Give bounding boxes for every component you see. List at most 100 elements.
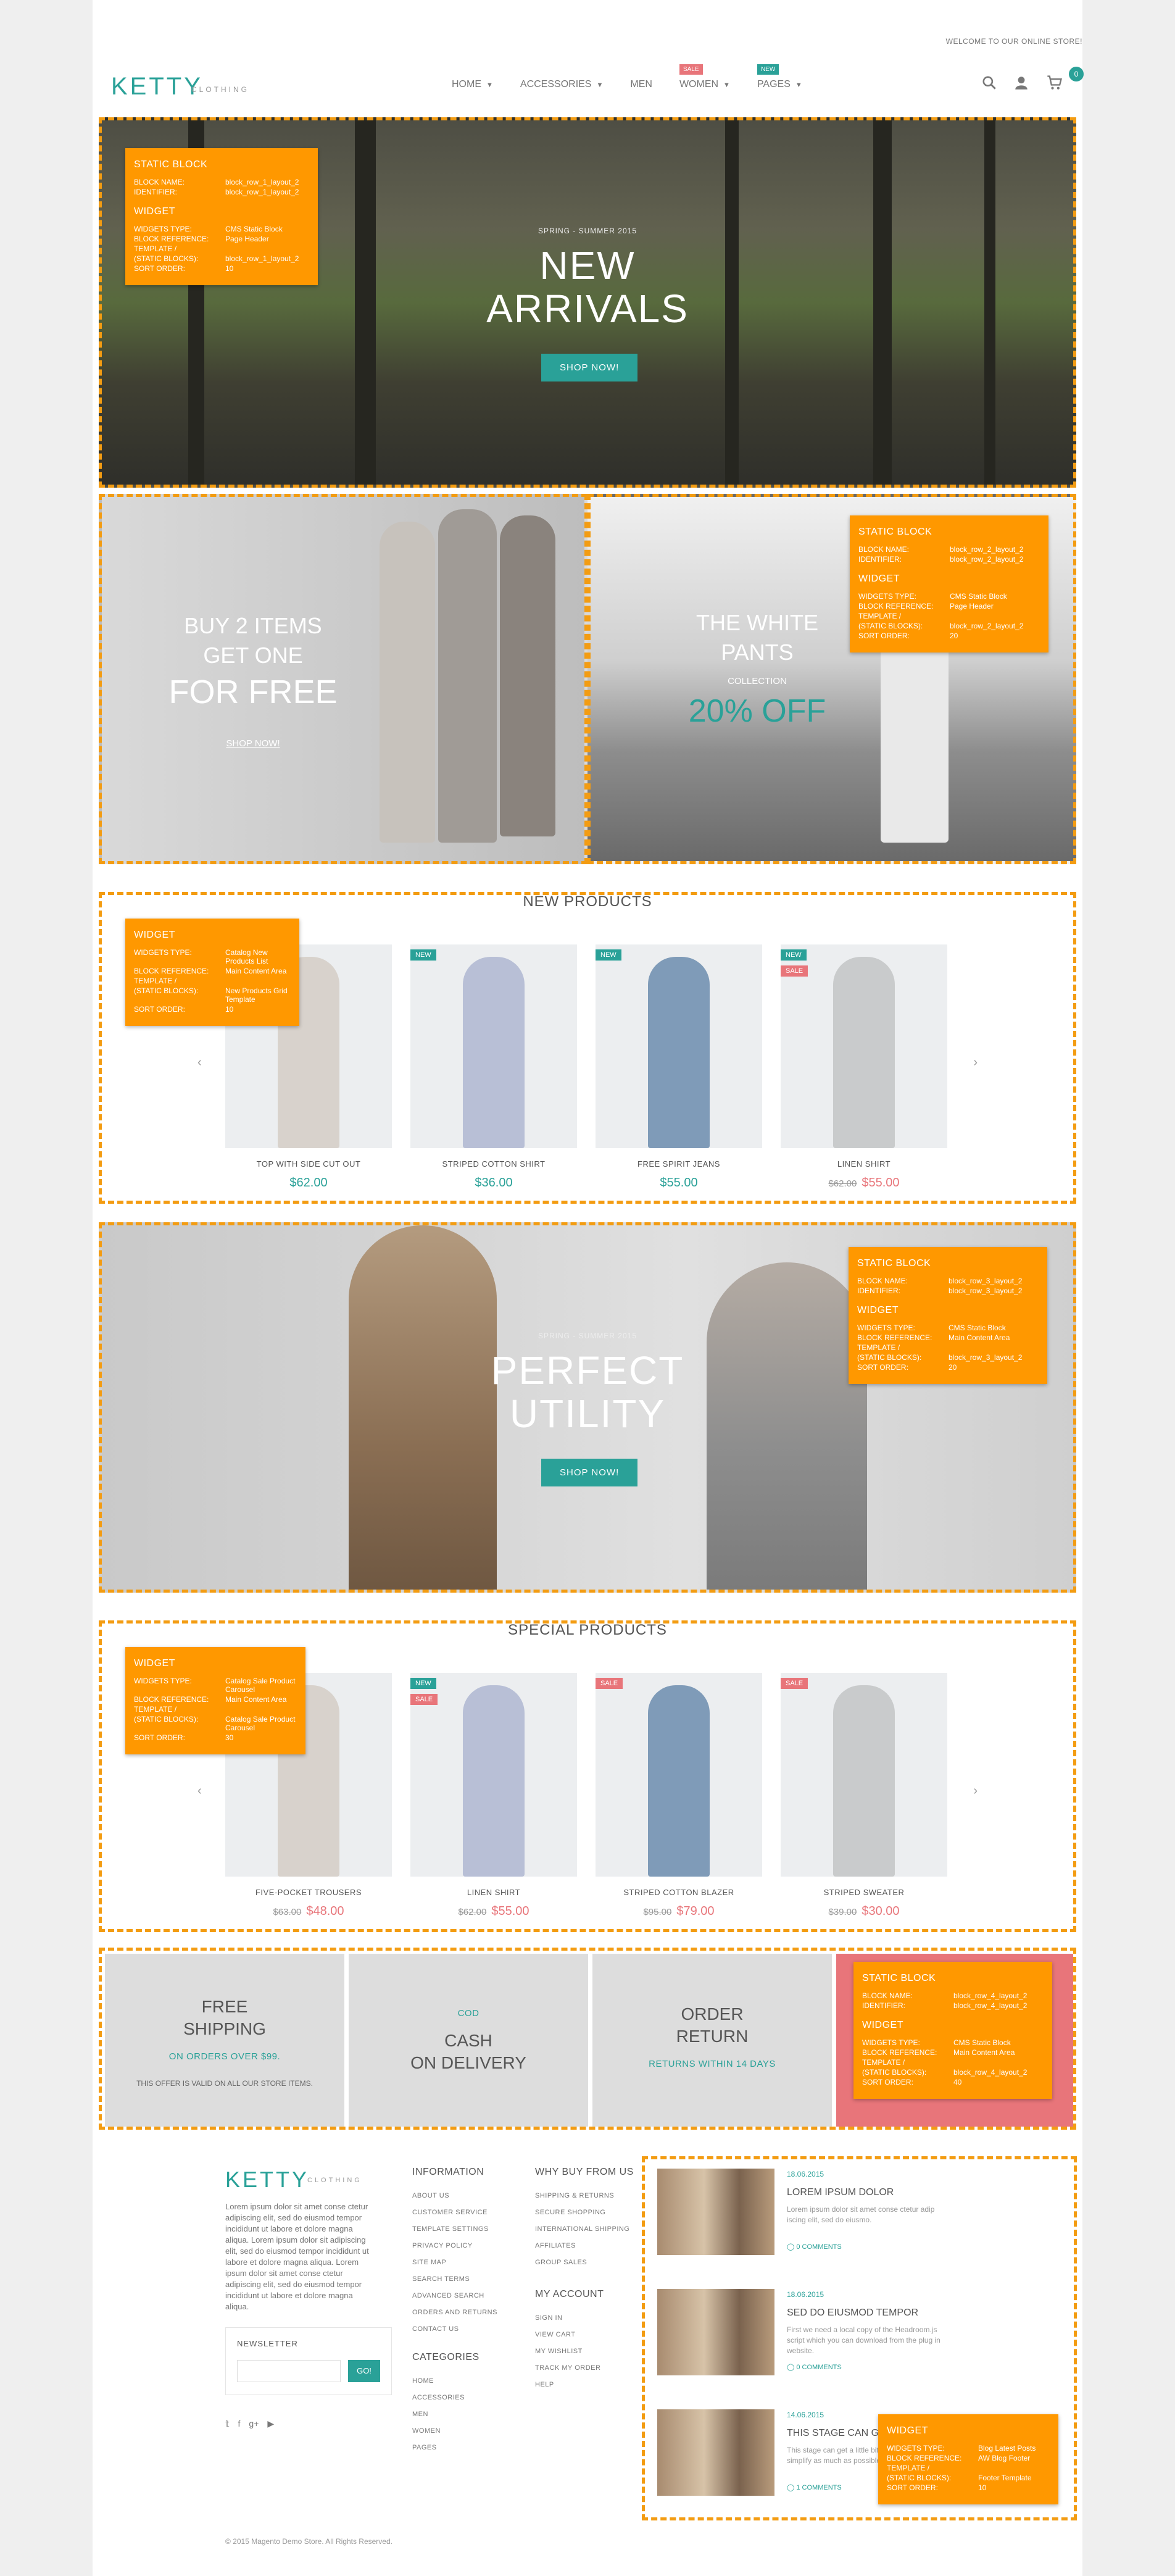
annotation-row: BLOCK NAME: block_row_3_layout_2 xyxy=(857,1277,1039,1285)
search-icon[interactable] xyxy=(981,75,997,95)
prev-arrow-icon[interactable]: ‹ xyxy=(197,1056,202,1070)
footer-link[interactable]: TEMPLATE SETTINGS xyxy=(412,2221,497,2238)
youtube-icon[interactable]: ▶ xyxy=(267,2419,274,2429)
blog-post-comments[interactable]: ◯ 0 COMMENTS xyxy=(787,2243,842,2251)
hero-title-line: ARRIVALS xyxy=(486,286,689,331)
blog-post-date: 14.06.2015 xyxy=(787,2411,824,2419)
nav-item[interactable]: MEN xyxy=(617,79,666,90)
footer-link[interactable]: GROUP SALES xyxy=(535,2254,634,2271)
footer-link[interactable]: SEARCH TERMS xyxy=(412,2271,497,2288)
next-arrow-icon[interactable]: › xyxy=(973,1784,978,1798)
product-name[interactable]: LINEN SHIRT xyxy=(410,1888,577,1897)
product-card[interactable]: NEW FREE SPIRIT JEANS $55.00 xyxy=(596,944,762,1190)
next-arrow-icon[interactable]: › xyxy=(973,1056,978,1070)
blog-post-image[interactable] xyxy=(657,2169,774,2255)
footer-logo[interactable]: KETTY xyxy=(225,2167,309,2193)
product-name[interactable]: STRIPED COTTON SHIRT xyxy=(410,1159,577,1169)
blog-post[interactable]: 18.06.2015 LOREM IPSUM DOLOR Lorem ipsum d… xyxy=(657,2169,1065,2255)
footer-link[interactable]: CUSTOMER SERVICE xyxy=(412,2204,497,2221)
banner-buy-2-get-1[interactable]: BUY 2 ITEMS GET ONE FOR FREE SHOP NOW! xyxy=(99,494,588,864)
product-image[interactable]: NEW SALE xyxy=(781,944,947,1148)
product-card[interactable]: SALE STRIPED SWEATER $39.00 $30.00 xyxy=(781,1673,947,1919)
blog-post-comments[interactable]: ◯ 0 COMMENTS xyxy=(787,2363,842,2371)
blog-post-comments[interactable]: ◯ 1 COMMENTS xyxy=(787,2483,842,2491)
prev-arrow-icon[interactable]: ‹ xyxy=(197,1784,202,1798)
footer-link[interactable]: SITE MAP xyxy=(412,2254,497,2271)
footer-link[interactable]: ACCESSORIES xyxy=(412,2390,480,2406)
blog-post-title[interactable]: LOREM IPSUM DOLOR xyxy=(787,2187,894,2198)
blog-post[interactable]: 18.06.2015 SED DO EIUSMOD TEMPOR First we … xyxy=(657,2289,1065,2375)
annotation-row: BLOCK REFERENCE: Page Header xyxy=(134,235,309,243)
footer-link[interactable]: CONTACT US xyxy=(412,2321,497,2338)
annotation-value: block_row_2_layout_2 xyxy=(950,545,1024,554)
annotation-box: WIDGET WIDGETS TYPE: Catalog Sale Product… xyxy=(125,1647,305,1754)
product-card[interactable]: SALE STRIPED COTTON BLAZER $95.00 $79.00 xyxy=(596,1673,762,1919)
nav-item[interactable]: PAGES ▼ NEW xyxy=(744,64,816,90)
annotation-key: (STATIC BLOCKS): xyxy=(134,1715,199,1724)
nav-item[interactable]: WOMEN ▼ SALE xyxy=(666,64,744,90)
product-card[interactable]: NEW STRIPED COTTON SHIRT $36.00 xyxy=(410,944,577,1190)
product-name[interactable]: FIVE-POCKET TROUSERS xyxy=(225,1888,392,1897)
annotation-value: Catalog Sale Product Carousel xyxy=(225,1677,296,1694)
footer-link[interactable]: AFFILIATES xyxy=(535,2238,634,2254)
product-price: $55.00 xyxy=(660,1176,698,1190)
footer-link[interactable]: PRIVACY POLICY xyxy=(412,2238,497,2254)
footer-link[interactable]: ADVANCED SEARCH xyxy=(412,2288,497,2304)
shop-now-button[interactable]: SHOP NOW! xyxy=(541,354,638,381)
footer-link[interactable]: PAGES xyxy=(412,2440,480,2456)
annotation-heading: STATIC BLOCK xyxy=(857,1258,931,1269)
facebook-icon[interactable]: f xyxy=(238,2419,241,2429)
footer-link[interactable]: SHIPPING & RETURNS xyxy=(535,2188,634,2204)
product-image[interactable]: SALE xyxy=(596,1673,762,1877)
product-price-row: $55.00 xyxy=(596,1176,762,1190)
footer-link[interactable]: SIGN IN xyxy=(535,2310,604,2327)
blog-post-title[interactable]: SED DO EIUSMOD TEMPOR xyxy=(787,2307,918,2319)
footer-link[interactable]: TRACK MY ORDER xyxy=(535,2360,604,2377)
annotation-key: SORT ORDER: xyxy=(887,2483,938,2492)
nav-item[interactable]: ACCESSORIES ▼ xyxy=(507,79,617,90)
blog-post-image[interactable] xyxy=(657,2289,774,2375)
twitter-icon[interactable]: 𝕥 xyxy=(225,2419,230,2429)
product-card[interactable]: NEW SALE LINEN SHIRT $62.00 $55.00 xyxy=(781,944,947,1190)
annotation-key: SORT ORDER: xyxy=(134,1733,185,1742)
shop-now-button[interactable]: SHOP NOW! xyxy=(541,1459,638,1486)
footer-link[interactable]: MY WISHLIST xyxy=(535,2343,604,2360)
footer-link[interactable]: SECURE SHOPPING xyxy=(535,2204,634,2221)
product-name[interactable]: FREE SPIRIT JEANS xyxy=(596,1159,762,1169)
logo[interactable]: KETTY xyxy=(111,73,203,101)
footer-link[interactable]: ORDERS AND RETURNS xyxy=(412,2304,497,2321)
footer-link[interactable]: HOME xyxy=(412,2373,480,2390)
footer-link[interactable]: WOMEN xyxy=(412,2423,480,2440)
product-figure xyxy=(648,1685,710,1877)
blog-post-image[interactable] xyxy=(657,2409,774,2496)
feature-title: FREE xyxy=(201,1997,248,2016)
user-icon[interactable] xyxy=(1013,75,1029,95)
product-card[interactable]: NEW SALE LINEN SHIRT $62.00 $55.00 xyxy=(410,1673,577,1919)
cart-count-badge[interactable]: 0 xyxy=(1069,67,1084,81)
product-image[interactable]: NEW xyxy=(410,944,577,1148)
newsletter-email-input[interactable] xyxy=(237,2360,341,2382)
annotation-row: WIDGETS TYPE: CMS Static Block xyxy=(862,2038,1044,2047)
footer-link[interactable]: MEN xyxy=(412,2406,480,2423)
product-name[interactable]: STRIPED SWEATER xyxy=(781,1888,947,1897)
product-figure xyxy=(833,957,895,1148)
annotation-row: WIDGETS TYPE: Catalog Sale Product Carous… xyxy=(134,1677,297,1694)
blog-post-title[interactable]: THIS STAGE CAN GET xyxy=(787,2428,892,2439)
product-image[interactable]: NEW xyxy=(596,944,762,1148)
product-image[interactable]: NEW SALE xyxy=(410,1673,577,1877)
product-name[interactable]: LINEN SHIRT xyxy=(781,1159,947,1169)
footer-link[interactable]: ABOUT US xyxy=(412,2188,497,2204)
footer-link[interactable]: INTERNATIONAL SHIPPING xyxy=(535,2221,634,2238)
nav-item[interactable]: HOME ▼ xyxy=(438,79,507,90)
annotation-key: SORT ORDER: xyxy=(862,2078,913,2086)
newsletter-go-button[interactable]: GO! xyxy=(348,2360,380,2382)
product-name[interactable]: STRIPED COTTON BLAZER xyxy=(596,1888,762,1897)
banner-shop-link[interactable]: SHOP NOW! xyxy=(151,738,355,749)
footer-link[interactable]: HELP xyxy=(535,2377,604,2393)
footer-link[interactable]: VIEW CART xyxy=(535,2327,604,2343)
banner-white-pants[interactable]: THE WHITE PANTS COLLECTION 20% OFF STATI… xyxy=(588,494,1076,864)
product-image[interactable]: SALE xyxy=(781,1673,947,1877)
cart-icon[interactable] xyxy=(1045,74,1070,96)
product-name[interactable]: TOP WITH SIDE CUT OUT xyxy=(225,1159,392,1169)
google-plus-icon[interactable]: g+ xyxy=(249,2419,259,2429)
